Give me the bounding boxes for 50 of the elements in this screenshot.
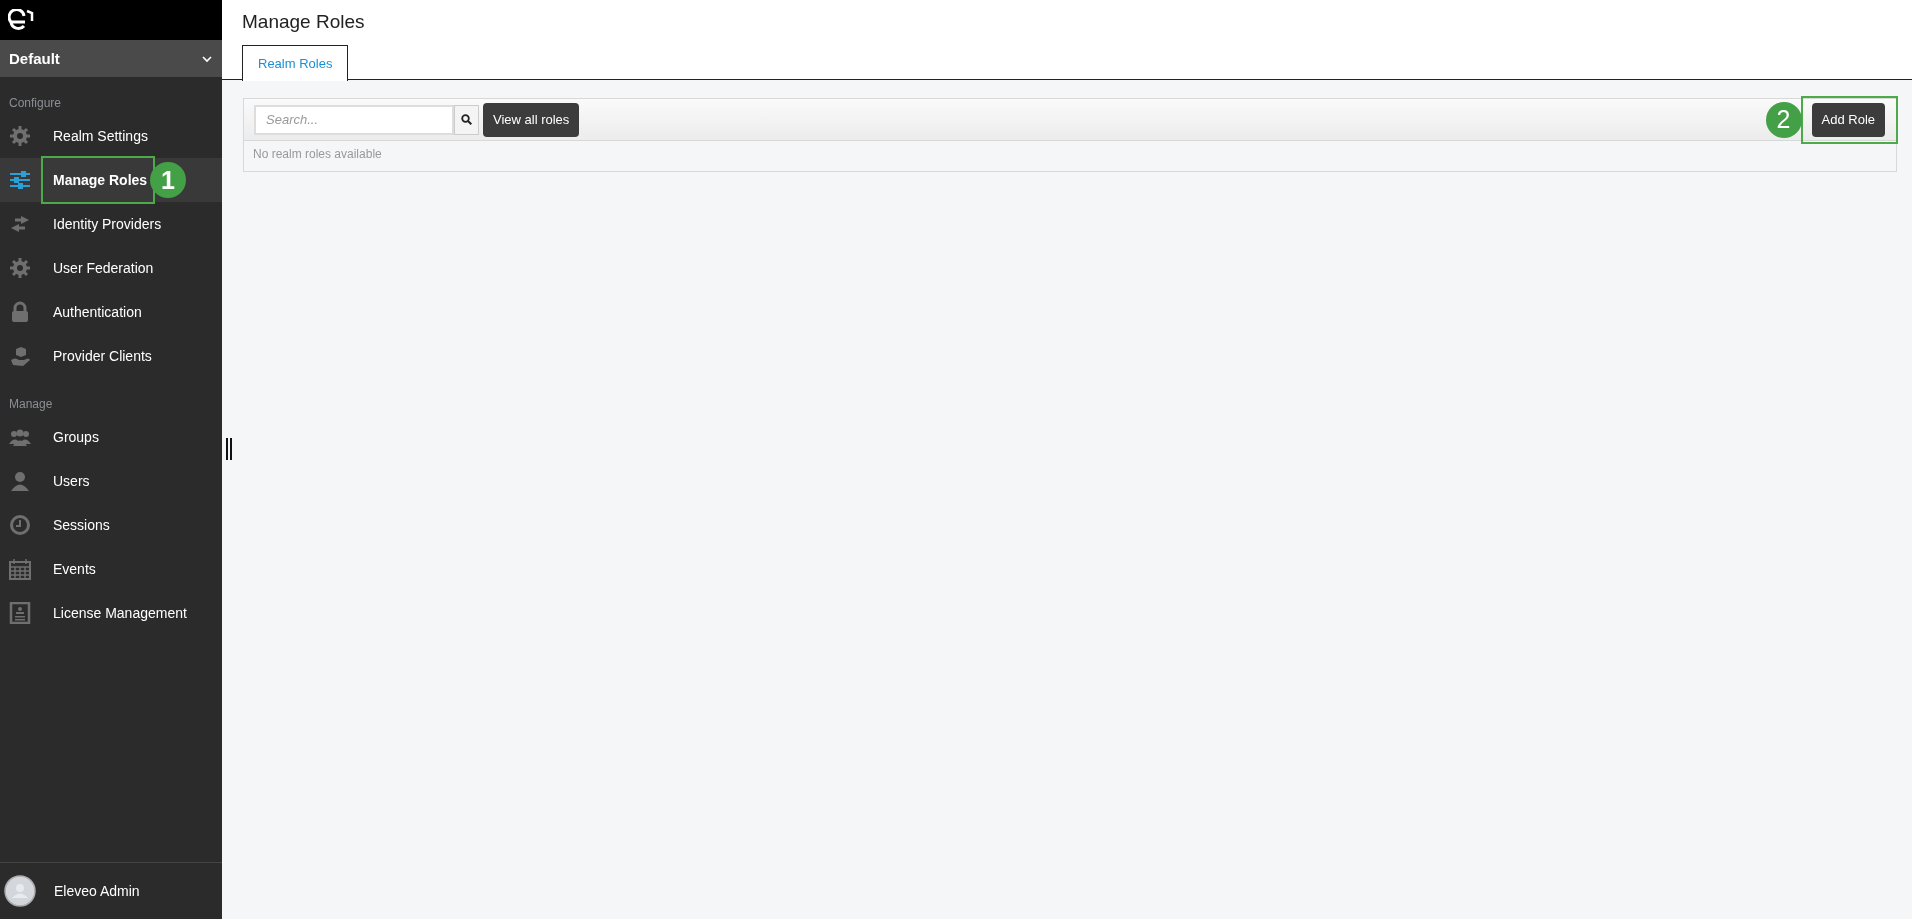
sidebar-label: User Federation — [53, 260, 154, 276]
sidebar-label: Authentication — [53, 304, 142, 320]
id-card-icon — [9, 602, 31, 624]
add-role-button[interactable]: Add Role — [1811, 102, 1885, 137]
sidebar-label: Events — [53, 561, 96, 577]
search-field[interactable]: Search... — [254, 104, 454, 135]
view-all-roles-button[interactable]: View all roles — [483, 102, 580, 137]
sidebar-label: Users — [53, 473, 90, 489]
search-icon — [461, 114, 472, 125]
hand-box-icon — [9, 345, 31, 367]
gear-icon — [9, 125, 31, 147]
section-heading: Manage — [8, 396, 54, 413]
page-title: Manage Roles — [242, 10, 365, 34]
step-badge: 1 — [150, 162, 186, 198]
gear-icon — [9, 257, 31, 279]
sidebar-item[interactable]: License Management — [0, 591, 222, 635]
sidebar-item[interactable]: Identity Providers — [0, 202, 222, 246]
sidebar-label: Sessions — [53, 517, 110, 533]
lock-icon — [9, 301, 31, 323]
sidebar-item[interactable]: User Federation — [0, 246, 222, 290]
sidebar-label: Identity Providers — [53, 216, 162, 232]
sidebar-item[interactable]: Groups — [0, 415, 222, 459]
realm-selector[interactable]: Default — [0, 40, 222, 77]
sliders-icon — [9, 169, 31, 191]
step-badge: 2 — [1765, 101, 1802, 138]
sidebar-label: Provider Clients — [53, 348, 152, 364]
sidebar-label: Groups — [53, 429, 99, 445]
sidebar-item[interactable]: Manage Roles 1 — [0, 158, 222, 202]
chevron-down-icon — [202, 54, 212, 63]
section-heading: Configure — [8, 95, 63, 112]
avatar-icon — [4, 875, 36, 907]
person-icon — [9, 470, 31, 492]
sidebar-label: Realm Settings — [53, 128, 148, 144]
empty-message: No realm roles available — [252, 146, 383, 163]
sidebar-item[interactable]: Authentication — [0, 290, 222, 334]
sidebar-label: Manage Roles — [53, 172, 148, 188]
calendar-icon — [9, 558, 31, 580]
sidebar-item[interactable]: Events — [0, 547, 222, 591]
user-name[interactable]: Eleveo Admin — [54, 883, 140, 899]
sidebar-item[interactable]: Users — [0, 459, 222, 503]
sidebar-item[interactable]: Sessions — [0, 503, 222, 547]
tab[interactable]: Realm Roles — [242, 45, 349, 81]
resize-handle-icon[interactable] — [226, 438, 232, 460]
clock-icon — [9, 514, 31, 536]
sidebar-item[interactable]: Provider Clients — [0, 334, 222, 378]
arrows-icon — [9, 213, 31, 235]
sidebar-item[interactable]: Realm Settings — [0, 114, 222, 158]
logo-icon — [8, 9, 34, 31]
search-button[interactable] — [454, 104, 479, 135]
sidebar-label: License Management — [53, 605, 187, 621]
